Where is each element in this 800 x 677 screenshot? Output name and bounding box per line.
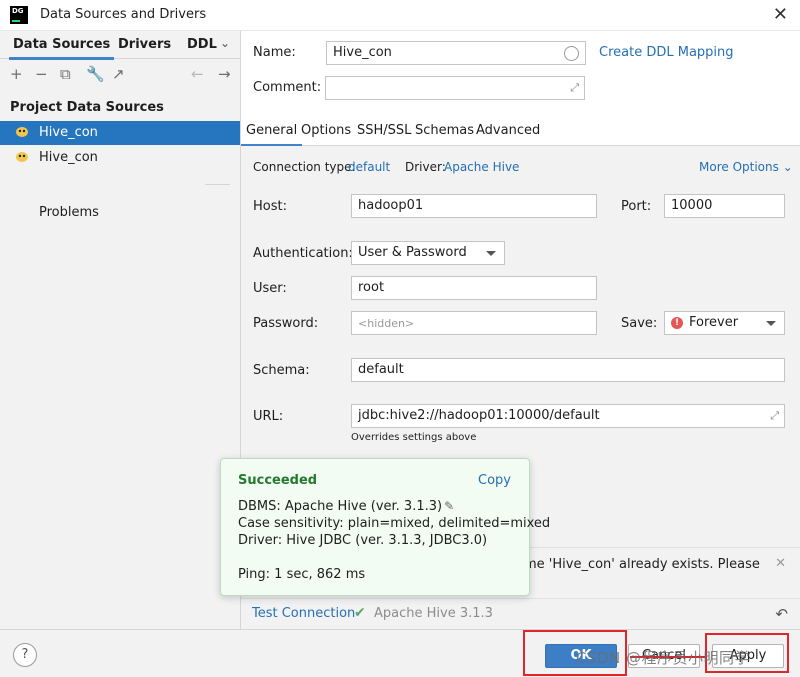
- data-source-item[interactable]: Hive_con: [0, 146, 240, 170]
- save-select[interactable]: ! Forever: [664, 311, 785, 335]
- close-icon[interactable]: ✕: [773, 4, 788, 25]
- close-icon[interactable]: ✕: [775, 556, 786, 571]
- url-note: Overrides settings above: [351, 432, 477, 443]
- pencil-icon[interactable]: ✎: [444, 499, 454, 513]
- authentication-select[interactable]: User & Password: [351, 241, 505, 265]
- problems-item[interactable]: Problems: [39, 205, 99, 220]
- authentication-value: User & Password: [358, 245, 467, 260]
- checkmark-icon: ✔: [354, 605, 366, 621]
- hive-icon: [16, 127, 28, 137]
- test-connection-link[interactable]: Test Connection: [252, 606, 355, 621]
- datagrip-logo-icon: DG: [10, 6, 28, 24]
- port-input[interactable]: 10000: [664, 194, 785, 218]
- schema-input[interactable]: default: [351, 358, 785, 382]
- save-value: Forever: [689, 315, 739, 330]
- tab-advanced[interactable]: Advanced: [476, 123, 540, 138]
- connection-type-link[interactable]: default: [348, 160, 390, 174]
- popup-title: Succeeded: [238, 473, 318, 488]
- data-source-label: Hive_con: [39, 150, 98, 165]
- comment-label: Comment:: [253, 80, 322, 95]
- warning-icon: !: [671, 317, 683, 329]
- dropdown-arrow-icon: [486, 251, 496, 256]
- host-input[interactable]: hadoop01: [351, 194, 597, 218]
- error-text: me 'Hive_con' already exists. Please: [524, 557, 760, 572]
- driver-link[interactable]: Apache Hive: [444, 160, 519, 174]
- chevron-down-icon[interactable]: ⌄: [220, 36, 230, 50]
- driver-label: Driver:: [405, 160, 446, 174]
- driver-line: Driver: Hive JDBC (ver. 3.1.3, JDBC3.0): [238, 533, 488, 548]
- more-options-label: More Options: [699, 160, 779, 174]
- password-label: Password:: [253, 316, 319, 331]
- more-options-link[interactable]: More Options ⌄: [699, 160, 793, 174]
- data-source-item[interactable]: Hive_con: [0, 121, 240, 145]
- tab-drivers[interactable]: Drivers: [118, 37, 171, 52]
- create-ddl-mapping-link[interactable]: Create DDL Mapping: [599, 45, 734, 60]
- color-circle-icon[interactable]: [564, 46, 579, 61]
- comment-input[interactable]: ⤢: [325, 76, 585, 100]
- settings-tabs: General Options SSH/SSL Schemas Advanced: [240, 118, 800, 147]
- forward-arrow-icon[interactable]: →: [218, 65, 231, 83]
- dropdown-arrow-icon: [766, 321, 776, 326]
- dbms-line: DBMS: Apache Hive (ver. 3.1.3) ✎: [238, 499, 454, 514]
- wrench-icon[interactable]: 🔧: [86, 65, 105, 83]
- save-label: Save:: [621, 316, 658, 331]
- user-input[interactable]: root: [351, 276, 597, 300]
- back-arrow-icon[interactable]: ←: [191, 65, 204, 83]
- host-label: Host:: [253, 199, 287, 214]
- add-icon[interactable]: +: [10, 65, 23, 83]
- name-input[interactable]: Hive_con: [326, 41, 586, 65]
- expand-icon[interactable]: ⤢: [770, 409, 779, 423]
- tab-schemas[interactable]: Schemas: [415, 123, 474, 138]
- reset-icon[interactable]: ↶: [775, 605, 788, 623]
- tab-ssh-ssl[interactable]: SSH/SSL: [357, 123, 411, 138]
- left-panel: Data Sources Drivers DDL ⌄ + − ⧉ 🔧 ↗ ← →…: [0, 31, 241, 629]
- authentication-label: Authentication:: [253, 246, 353, 261]
- window-title: Data Sources and Drivers: [40, 7, 207, 22]
- expand-icon[interactable]: ⤢: [570, 81, 579, 95]
- url-input[interactable]: jdbc:hive2://hadoop01:10000/default ⤢: [351, 404, 785, 428]
- dbms-text: DBMS: Apache Hive (ver. 3.1.3): [238, 499, 443, 514]
- title-bar: DG Data Sources and Drivers ✕: [0, 0, 800, 31]
- divider: [205, 184, 230, 185]
- left-toolbar: + − ⧉ 🔧 ↗ ← →: [0, 59, 240, 89]
- user-label: User:: [253, 281, 287, 296]
- tab-data-sources[interactable]: Data Sources: [8, 37, 115, 60]
- name-label: Name:: [253, 45, 296, 60]
- connection-type-label: Connection type:: [253, 160, 356, 174]
- connection-success-popup: Succeeded Copy DBMS: Apache Hive (ver. 3…: [220, 458, 550, 596]
- tab-ddl[interactable]: DDL: [187, 37, 217, 52]
- tab-general[interactable]: General: [240, 123, 303, 147]
- ping-line: Ping: 1 sec, 862 ms: [238, 567, 366, 582]
- name-value: Hive_con: [333, 45, 392, 60]
- case-sensitivity-line: Case sensitivity: plain=mixed, delimited…: [238, 516, 551, 531]
- url-value: jdbc:hive2://hadoop01:10000/default: [358, 408, 600, 423]
- tab-options[interactable]: Options: [301, 123, 351, 138]
- chevron-down-icon: ⌄: [782, 160, 793, 174]
- left-tabs: Data Sources Drivers DDL ⌄: [0, 31, 240, 60]
- password-input[interactable]: <hidden>: [351, 311, 597, 335]
- test-version: Apache Hive 3.1.3: [374, 606, 493, 621]
- duplicate-icon[interactable]: ⧉: [60, 65, 71, 83]
- hive-icon: [16, 152, 28, 162]
- section-title: Project Data Sources: [10, 100, 164, 115]
- jump-to-icon[interactable]: ↗: [112, 65, 125, 83]
- dialog-button-bar: ? OK Cancel Apply CSDN @程序员小明同学: [0, 629, 800, 677]
- copy-link[interactable]: Copy: [478, 473, 511, 488]
- remove-icon[interactable]: −: [35, 65, 48, 83]
- data-source-label: Hive_con: [39, 125, 98, 140]
- watermark: CSDN @程序员小明同学: [576, 649, 751, 667]
- help-icon[interactable]: ?: [13, 643, 37, 667]
- schema-label: Schema:: [253, 363, 310, 378]
- test-connection-row: Test Connection ✔ Apache Hive 3.1.3 ↶: [241, 598, 800, 629]
- port-label: Port:: [621, 199, 652, 214]
- url-label: URL:: [253, 409, 284, 424]
